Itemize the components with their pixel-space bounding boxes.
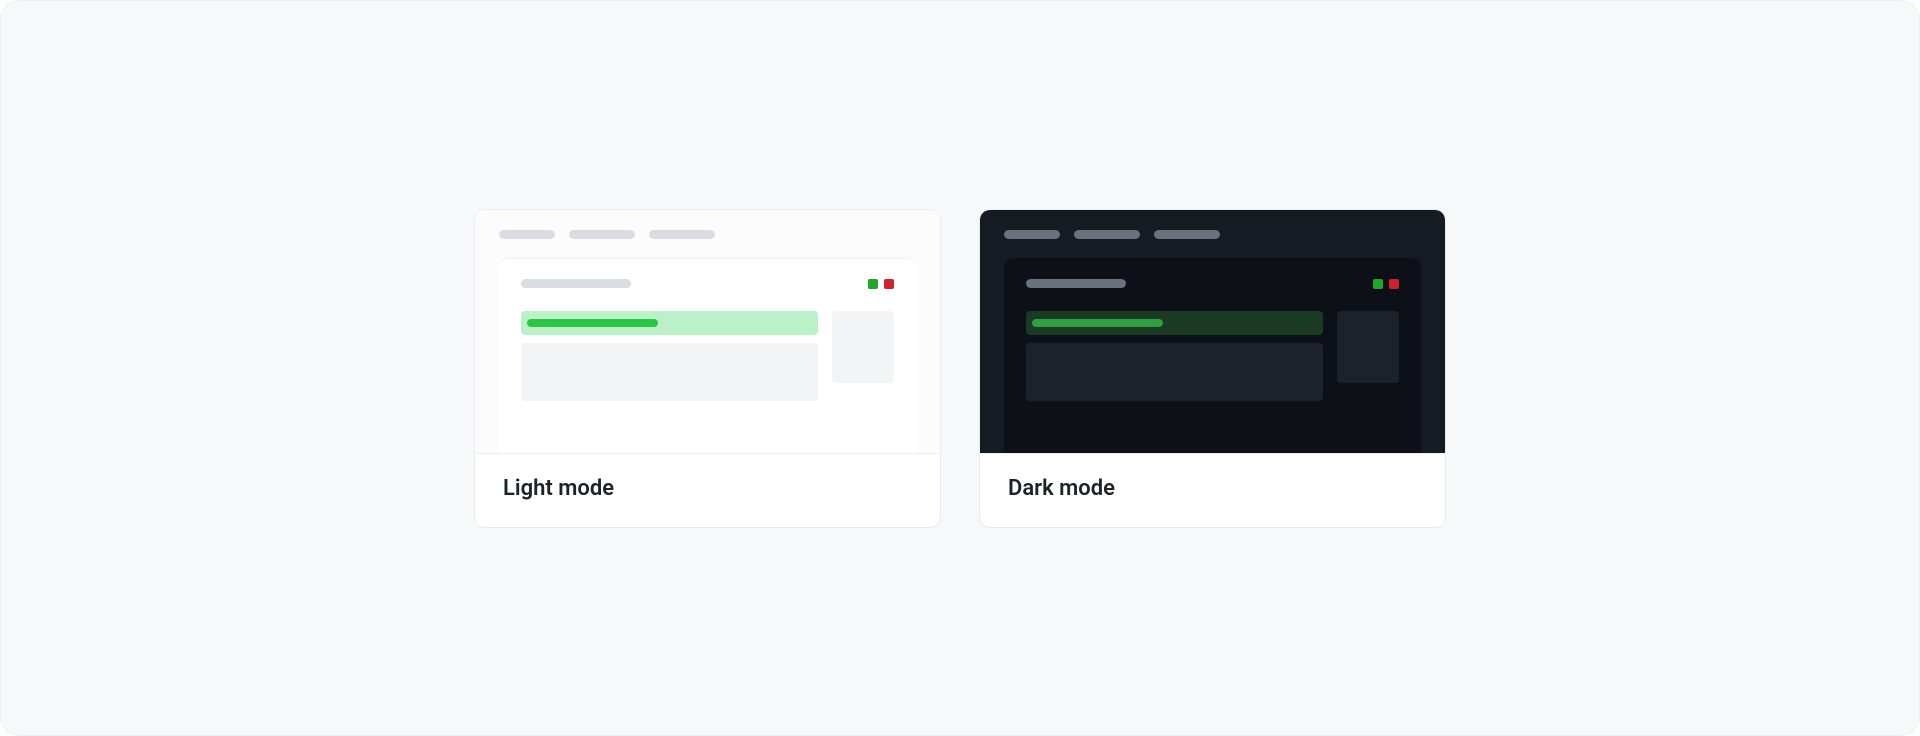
theme-card-light[interactable]: Light mode — [475, 210, 940, 527]
status-pass-icon — [1373, 279, 1383, 289]
theme-gallery: Light mode — [0, 0, 1920, 736]
preview-tab — [1004, 230, 1060, 239]
preview-tab — [649, 230, 715, 239]
preview-tab — [1074, 230, 1140, 239]
theme-card-dark[interactable]: Dark mode — [980, 210, 1445, 527]
preview-tab — [499, 230, 555, 239]
preview-tabs — [475, 210, 940, 239]
preview-panel-header — [521, 279, 894, 289]
preview-side-column — [1337, 311, 1399, 401]
status-fail-icon — [1389, 279, 1399, 289]
progress-row — [1026, 311, 1323, 335]
status-indicators — [868, 279, 894, 289]
preview-tab — [569, 230, 635, 239]
theme-preview-light — [475, 210, 940, 454]
preview-panel-header — [1026, 279, 1399, 289]
progress-fill — [527, 319, 658, 327]
preview-panel-body — [521, 311, 894, 401]
side-placeholder — [1337, 311, 1399, 383]
theme-preview-dark — [980, 210, 1445, 454]
theme-card-label: Dark mode — [980, 454, 1445, 527]
preview-panel — [1004, 258, 1421, 453]
preview-title-placeholder — [1026, 279, 1126, 288]
preview-tabs — [980, 210, 1445, 239]
preview-main-column — [1026, 311, 1323, 401]
preview-panel-body — [1026, 311, 1399, 401]
progress-row — [521, 311, 818, 335]
content-placeholder — [1026, 343, 1323, 401]
theme-card-label: Light mode — [475, 454, 940, 527]
preview-side-column — [832, 311, 894, 401]
preview-title-placeholder — [521, 279, 631, 288]
progress-fill — [1032, 319, 1163, 327]
preview-panel — [499, 258, 916, 453]
preview-tab — [1154, 230, 1220, 239]
status-indicators — [1373, 279, 1399, 289]
status-fail-icon — [884, 279, 894, 289]
content-placeholder — [521, 343, 818, 401]
status-pass-icon — [868, 279, 878, 289]
preview-main-column — [521, 311, 818, 401]
side-placeholder — [832, 311, 894, 383]
